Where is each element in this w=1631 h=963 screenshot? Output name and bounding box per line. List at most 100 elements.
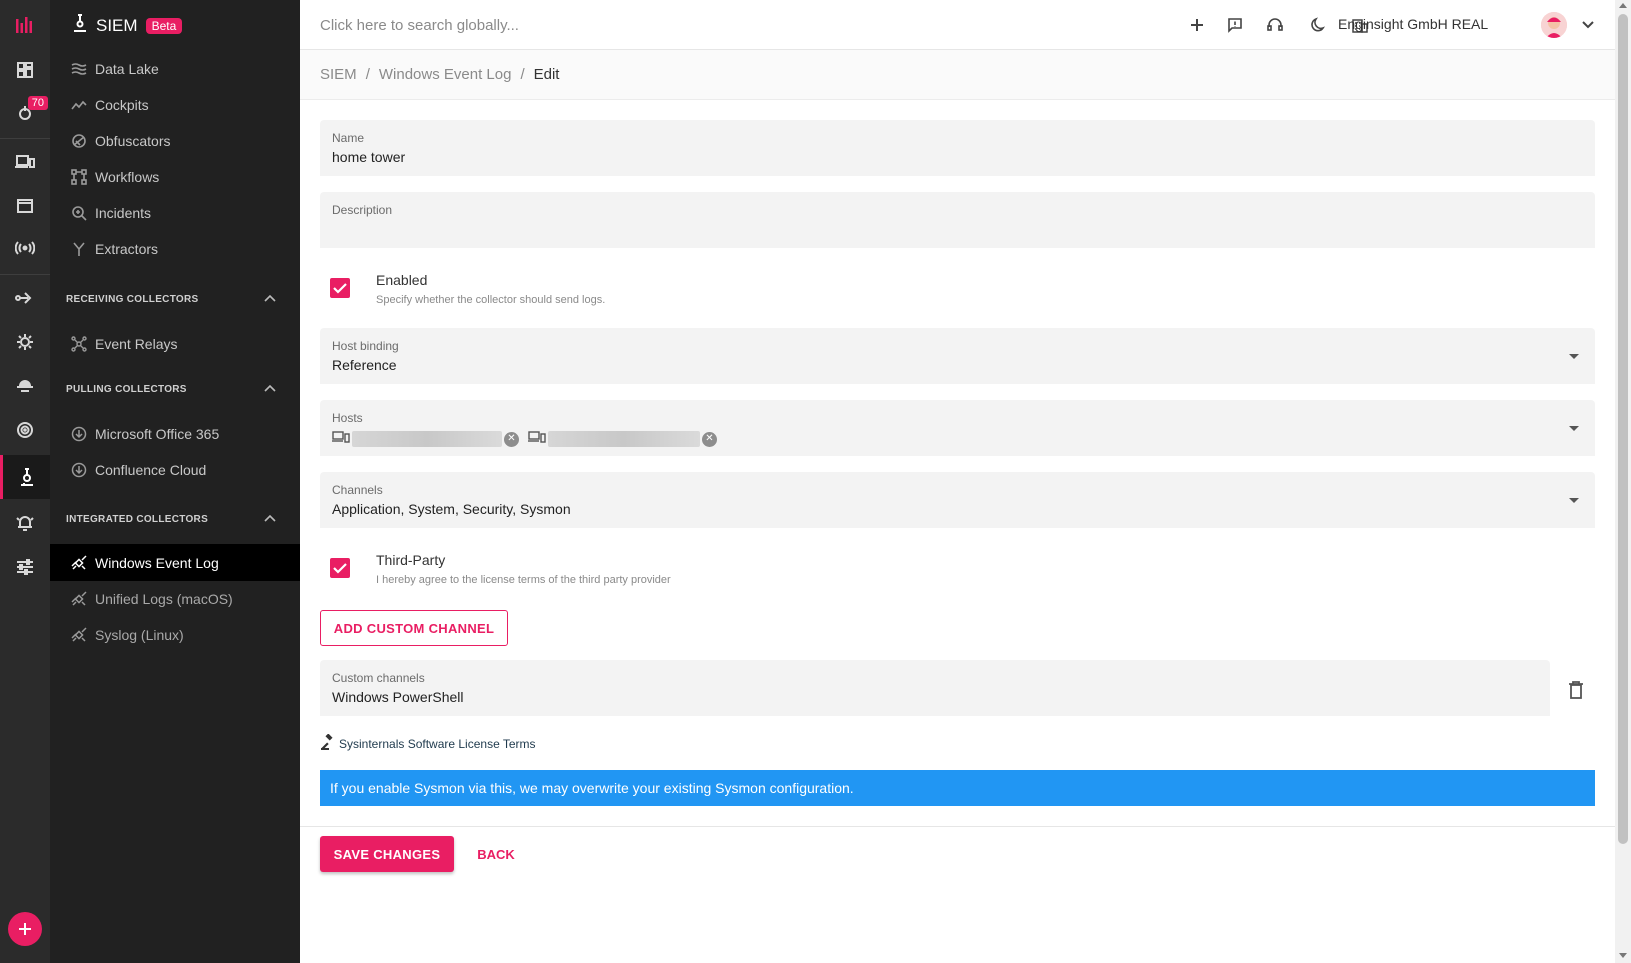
sidebar-item-extractors[interactable]: Extractors [50, 230, 300, 267]
global-search-input[interactable]: Click here to search globally... [320, 17, 519, 34]
avatar[interactable] [1541, 12, 1567, 38]
sidebar-item-windows-event-log[interactable]: Windows Event Log [50, 544, 300, 581]
event-relays-icon [70, 335, 88, 353]
sidebar-item-confluence-cloud[interactable]: Confluence Cloud [50, 451, 300, 488]
scrollbar-thumb[interactable] [1618, 14, 1628, 844]
sidebar-title: SIEM [96, 15, 138, 35]
virus-icon[interactable] [0, 322, 50, 362]
sidebar-item-label: Cockpits [95, 96, 149, 113]
host-chip: ✕ [528, 430, 717, 448]
footer-divider [300, 826, 1615, 827]
sidebar-item-microsoft-office-365[interactable]: Microsoft Office 365 [50, 415, 300, 452]
breadcrumb-siem[interactable]: SIEM [320, 66, 357, 83]
chevron-up-icon[interactable] [264, 294, 276, 305]
chevron-up-icon[interactable] [264, 514, 276, 525]
license-link-text[interactable]: Sysinternals Software License Terms [339, 737, 536, 751]
description-label: Description [332, 203, 393, 217]
gavel-icon [320, 733, 336, 753]
breadcrumb-separator: / [520, 66, 525, 83]
hosts-label: Hosts [332, 411, 363, 425]
section-integrated-collectors[interactable]: INTEGRATED COLLECTORS [66, 514, 276, 525]
section-title: INTEGRATED COLLECTORS [66, 514, 209, 525]
dashboard-icon[interactable] [0, 50, 50, 90]
custom-channels-field[interactable]: Custom channels Windows PowerShell [320, 660, 1550, 716]
icon-rail: 70 [0, 0, 50, 963]
sidebar-item-syslog-linux[interactable]: Syslog (Linux) [50, 616, 300, 653]
scroll-down-arrow-icon[interactable] [1619, 953, 1627, 958]
support-headset-icon[interactable] [1265, 15, 1285, 35]
alerts-icon[interactable]: 70 [0, 92, 50, 132]
organization-name[interactable]: Enginsight GmbH REAL [1338, 16, 1488, 32]
dropdown-arrow-icon[interactable] [1569, 354, 1579, 359]
breadcrumb-separator: / [365, 66, 370, 83]
sidebar-item-incidents[interactable]: Incidents [50, 194, 300, 231]
sidebar-item-unified-logs-macos[interactable]: Unified Logs (macOS) [50, 580, 300, 617]
enabled-checkbox[interactable] [330, 278, 350, 298]
sidebar-item-label: Confluence Cloud [95, 461, 207, 478]
sidebar-item-cockpits[interactable]: Cockpits [50, 86, 300, 123]
radar-icon[interactable] [0, 410, 50, 450]
settings-sliders-icon[interactable] [0, 547, 50, 587]
feedback-icon[interactable] [1225, 15, 1245, 35]
siem-microscope-icon[interactable] [0, 455, 50, 499]
sidebar-item-label: Event Relays [95, 335, 178, 352]
sidebar-header: SIEM Beta [72, 14, 183, 37]
host-binding-select[interactable]: Host binding Reference [320, 328, 1595, 384]
channels-select[interactable]: Channels Application, System, Security, … [320, 472, 1595, 528]
third-party-checkbox[interactable] [330, 558, 350, 578]
section-pulling-collectors[interactable]: PULLING COLLECTORS [66, 384, 276, 395]
data-lake-icon [70, 60, 88, 78]
back-button[interactable]: BACK [470, 836, 522, 872]
sidebar-item-obfuscators[interactable]: Obfuscators [50, 122, 300, 159]
download-circle-icon [70, 461, 88, 479]
hacker-icon[interactable] [0, 366, 50, 406]
sidebar-item-label: Syslog (Linux) [95, 626, 184, 643]
enabled-label: Enabled [376, 272, 428, 288]
remove-host-icon[interactable]: ✕ [504, 431, 519, 447]
breadcrumb-windows-event-log[interactable]: Windows Event Log [379, 66, 512, 83]
dropdown-arrow-icon[interactable] [1569, 498, 1579, 503]
host-binding-value: Reference [332, 357, 397, 373]
save-changes-button[interactable]: SAVE CHANGES [320, 836, 454, 872]
sidebar-item-event-relays[interactable]: Event Relays [50, 325, 300, 362]
add-icon[interactable] [1187, 15, 1207, 35]
satellite-icon [70, 554, 88, 572]
custom-channels-value[interactable]: Windows PowerShell [332, 689, 464, 705]
scrollbar[interactable] [1615, 0, 1631, 963]
delete-trash-icon[interactable] [1568, 680, 1588, 702]
devices-icon[interactable] [0, 142, 50, 182]
sidebar-item-workflows[interactable]: Workflows [50, 158, 300, 195]
remove-host-icon[interactable]: ✕ [702, 431, 717, 447]
window-icon[interactable] [0, 186, 50, 226]
sidebar-item-data-lake[interactable]: Data Lake [50, 50, 300, 87]
name-field[interactable]: Name home tower [320, 120, 1595, 176]
pipeline-icon[interactable] [0, 278, 50, 318]
description-field[interactable]: Description [320, 192, 1595, 248]
breadcrumb: SIEM / Windows Event Log / Edit [320, 66, 559, 83]
dropdown-arrow-icon[interactable] [1569, 426, 1579, 431]
satellite-icon [70, 626, 88, 644]
cockpits-icon [70, 96, 88, 114]
alarm-bell-icon[interactable] [0, 503, 50, 543]
section-receiving-collectors[interactable]: RECEIVING COLLECTORS [66, 294, 276, 305]
license-link[interactable]: Sysinternals Software License Terms [320, 733, 536, 753]
broadcast-icon[interactable] [0, 228, 50, 268]
chevron-up-icon[interactable] [264, 384, 276, 395]
scroll-up-arrow-icon[interactable] [1619, 3, 1627, 8]
sysmon-info-alert: If you enable Sysmon via this, we may ov… [320, 770, 1595, 806]
sidebar-item-label: Extractors [95, 240, 159, 257]
enginsight-logo-icon[interactable] [0, 6, 50, 46]
dark-mode-moon-icon[interactable] [1309, 15, 1329, 35]
name-value[interactable]: home tower [332, 149, 405, 165]
chevron-down-icon[interactable] [1578, 15, 1598, 35]
add-fab-button[interactable] [8, 912, 42, 946]
name-label: Name [332, 131, 365, 145]
sidebar-item-label: Unified Logs (macOS) [95, 590, 233, 607]
download-circle-icon [70, 425, 88, 443]
breadcrumb-bar: SIEM / Windows Event Log / Edit [300, 50, 1615, 100]
third-party-label: Third-Party [376, 552, 446, 568]
add-custom-channel-button[interactable]: ADD CUSTOM CHANNEL [320, 610, 508, 646]
custom-channels-label: Custom channels [332, 671, 425, 685]
satellite-icon [70, 590, 88, 608]
hosts-select[interactable]: Hosts ✕ ✕ [320, 400, 1595, 456]
